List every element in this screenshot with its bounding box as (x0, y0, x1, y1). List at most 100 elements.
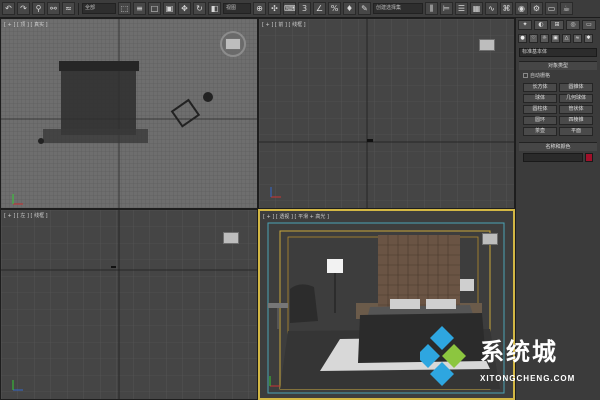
systems-icon[interactable]: ✱ (584, 34, 593, 43)
viewcube-top[interactable] (225, 38, 241, 50)
undo-icon[interactable]: ↶ (2, 2, 15, 15)
cylinder-button[interactable]: 圆柱体 (523, 105, 557, 114)
viewport-top-label[interactable]: [ + ] [ 顶 ] [ 真实 ] (4, 21, 48, 28)
headboard-top-silhouette (59, 61, 139, 71)
viewport-left[interactable]: [ + ] [ 左 ] [ 线框 ] (0, 209, 258, 400)
lamp-top-silhouette (203, 92, 213, 102)
unlink-icon[interactable]: ⚯ (47, 2, 60, 15)
box-button[interactable]: 长方体 (523, 83, 557, 92)
create-category-icons: ● ♡ ☼ ▣ △ ≈ ✱ (516, 32, 600, 45)
plane-button[interactable]: 平面 (559, 127, 593, 136)
command-panel-tabs: ✦ ◐ ⊞ ◎ ▭ (516, 18, 600, 32)
hierarchy-tab-icon[interactable]: ⊞ (550, 20, 564, 30)
autogrid-checkbox[interactable]: 自动栅格 (523, 72, 593, 79)
rug-top-silhouette (43, 129, 148, 143)
modify-tab-icon[interactable]: ◐ (534, 20, 548, 30)
viewport-perspective-label[interactable]: [ + ] [ 透视 ] [ 平滑 + 高光 ] (263, 213, 329, 220)
named-selection-dropdown[interactable]: 创建选择集 (373, 3, 423, 14)
side-table (268, 303, 288, 308)
redo-icon[interactable]: ↷ (17, 2, 30, 15)
pillow-right (426, 299, 456, 309)
watermark-url-text: XITONGCHENG.COM (480, 374, 576, 383)
mirror-icon[interactable]: ⫼ (425, 2, 438, 15)
armchair (290, 284, 318, 323)
viewcube-front[interactable] (479, 39, 495, 51)
viewport-top-grid (1, 19, 257, 208)
object-type-rollout: 对象类型 自动栅格 长方体 圆锥体 球体 几何球体 圆柱体 管状体 圆环 四棱锥… (519, 61, 597, 138)
motion-tab-icon[interactable]: ◎ (566, 20, 580, 30)
viewport-top[interactable]: [ + ] [ 顶 ] [ 真实 ] (0, 18, 258, 209)
select-manipulate-icon[interactable]: ✣ (268, 2, 281, 15)
object-color-swatch[interactable] (585, 153, 593, 162)
viewport-front[interactable]: [ + ] [ 前 ] [ 线框 ] (258, 18, 515, 209)
scale-icon[interactable]: ◧ (208, 2, 221, 15)
render-production-icon[interactable]: ☕ (560, 2, 573, 15)
spacewarps-icon[interactable]: ≈ (573, 34, 582, 43)
geosphere-button[interactable]: 几何球体 (559, 94, 593, 103)
watermark: 系统城 XITONGCHENG.COM (420, 322, 600, 400)
spinner-snap-icon[interactable]: ♦ (343, 2, 356, 15)
pivot-center-icon[interactable]: ⊕ (253, 2, 266, 15)
object-buttons: 长方体 圆锥体 球体 几何球体 圆柱体 管状体 圆环 四棱锥 茶壶 平面 (519, 81, 597, 138)
tube-button[interactable]: 管状体 (559, 105, 593, 114)
display-tab-icon[interactable]: ▭ (582, 20, 596, 30)
pillow-left (390, 299, 420, 309)
viewport-front-grid (259, 19, 514, 208)
rendered-frame-icon[interactable]: ▭ (545, 2, 558, 15)
graphite-tools-icon[interactable]: ▦ (470, 2, 483, 15)
object-name-field[interactable] (523, 153, 583, 162)
reference-coord-dropdown[interactable]: 视图 (223, 3, 251, 14)
sphere-button[interactable]: 球体 (523, 94, 557, 103)
cone-button[interactable]: 圆锥体 (559, 83, 593, 92)
layer-manager-icon[interactable]: ☰ (455, 2, 468, 15)
side-table-top-silhouette (38, 138, 44, 144)
floor-lamp-shade (327, 259, 343, 273)
table-lamp-right (460, 279, 474, 291)
name-color-rollout: 名称和颜色 (519, 142, 597, 162)
primitive-category-dropdown[interactable]: 标准基本体 (519, 48, 597, 57)
viewport-left-label[interactable]: [ + ] [ 左 ] [ 线框 ] (4, 212, 48, 219)
curve-editor-icon[interactable]: ∿ (485, 2, 498, 15)
window-crossing-icon[interactable]: ▣ (163, 2, 176, 15)
selection-filter-dropdown[interactable]: 全部 (82, 3, 116, 14)
viewcube-left[interactable] (223, 232, 239, 244)
align-icon[interactable]: ⊨ (440, 2, 453, 15)
autogrid-checkbox-box[interactable] (523, 73, 528, 78)
pyramid-button[interactable]: 四棱锥 (559, 116, 593, 125)
torus-button[interactable]: 圆环 (523, 116, 557, 125)
shapes-icon[interactable]: ♡ (529, 34, 538, 43)
viewcube-perspective[interactable] (482, 233, 498, 245)
viewport-front-label[interactable]: [ + ] [ 前 ] [ 线框 ] (262, 21, 306, 28)
watermark-cn-text: 系统城 (480, 338, 558, 366)
teapot-button[interactable]: 茶壶 (523, 127, 557, 136)
object-front-silhouette (367, 139, 373, 142)
name-color-header[interactable]: 名称和颜色 (519, 143, 597, 151)
edit-named-selection-icon[interactable]: ✎ (358, 2, 371, 15)
object-type-header[interactable]: 对象类型 (519, 62, 597, 70)
select-object-icon[interactable]: ⬚ (118, 2, 131, 15)
helpers-icon[interactable]: △ (562, 34, 571, 43)
rotate-icon[interactable]: ↻ (193, 2, 206, 15)
geometry-icon[interactable]: ● (518, 34, 527, 43)
percent-snap-icon[interactable]: % (328, 2, 341, 15)
viewport-left-grid (1, 210, 257, 399)
select-by-name-icon[interactable]: ≡ (133, 2, 146, 15)
watermark-logo-icon (420, 326, 466, 386)
render-setup-icon[interactable]: ⚙ (530, 2, 543, 15)
rectangle-selection-icon[interactable]: □ (148, 2, 161, 15)
object-left-silhouette (111, 266, 116, 268)
bed-top-silhouette (61, 67, 136, 135)
autogrid-label: 自动栅格 (530, 73, 551, 79)
angle-snap-icon[interactable]: ∠ (313, 2, 326, 15)
snap-toggle-icon[interactable]: 3 (298, 2, 311, 15)
cameras-icon[interactable]: ▣ (551, 34, 560, 43)
lights-icon[interactable]: ☼ (540, 34, 549, 43)
keyboard-shortcut-icon[interactable]: ⌨ (283, 2, 296, 15)
bind-spacewarp-icon[interactable]: ≈ (62, 2, 75, 15)
link-icon[interactable]: ⚲ (32, 2, 45, 15)
material-editor-icon[interactable]: ◉ (515, 2, 528, 15)
create-tab-icon[interactable]: ✦ (518, 20, 532, 30)
schematic-view-icon[interactable]: ⌘ (500, 2, 513, 15)
main-toolbar: ↶ ↷ ⚲ ⚯ ≈ 全部 ⬚ ≡ □ ▣ ✥ ↻ ◧ 视图 ⊕ ✣ ⌨ 3 ∠ … (0, 0, 600, 18)
move-icon[interactable]: ✥ (178, 2, 191, 15)
